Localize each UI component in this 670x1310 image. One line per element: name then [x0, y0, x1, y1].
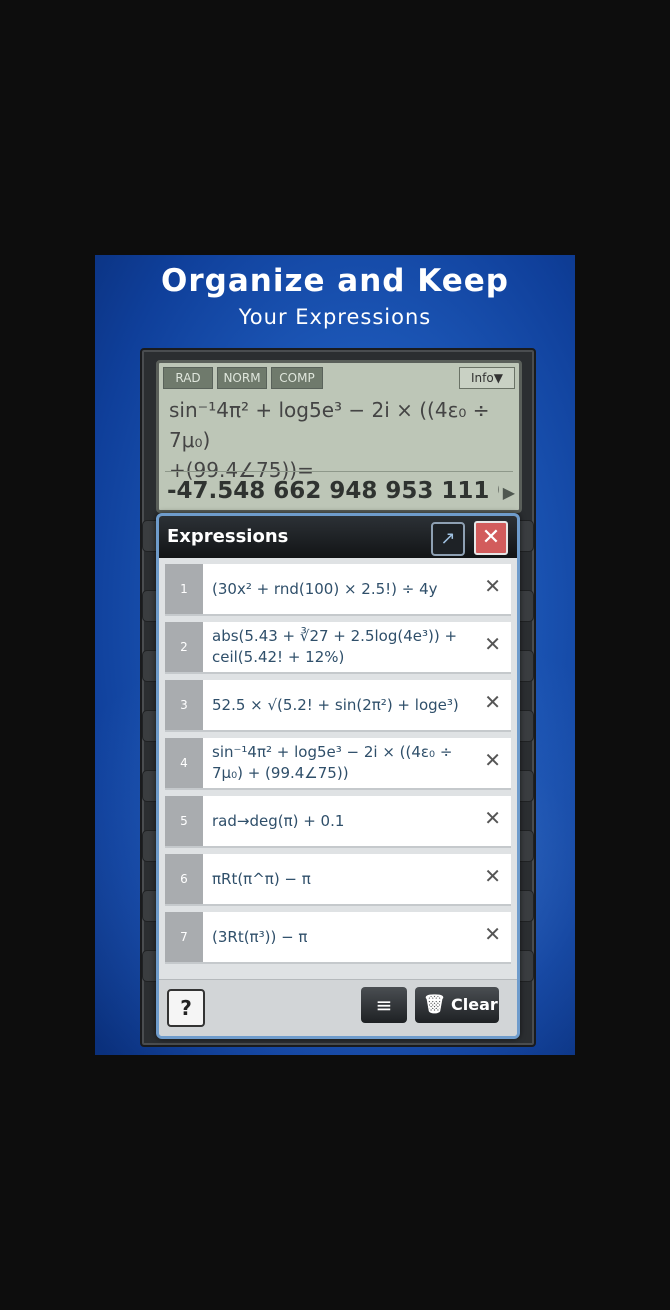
item-expression[interactable]: (3Rt(π³)) − π — [212, 912, 470, 962]
list-item[interactable]: 7 (3Rt(π³)) − π ✕ — [165, 912, 511, 964]
panel-header: Expressions ↗ ✕ — [159, 516, 517, 558]
panel-footer: ? ≡ 🗑 Clear — [159, 979, 517, 1036]
expand-icon[interactable]: ↗ — [431, 522, 465, 556]
clear-label: Clear — [451, 995, 498, 1014]
list-item[interactable]: 4 sin⁻¹4π² + log5e³ − 2i × ((4ε₀ ÷ 7μ₀) … — [165, 738, 511, 790]
calculator-display: RAD NORM COMP Info▼ sin⁻¹4π² + log5e³ − … — [156, 360, 522, 513]
trash-icon: 🗑 — [423, 994, 446, 1015]
headline: Organize and Keep — [161, 263, 509, 299]
delete-icon[interactable]: ✕ — [484, 864, 501, 888]
display-expression-line1: sin⁻¹4π² + log5e³ − 2i × ((4ε₀ ÷ 7μ₀) — [169, 398, 490, 452]
calculator-device: RAD NORM COMP Info▼ sin⁻¹4π² + log5e³ − … — [140, 348, 536, 1047]
item-number: 3 — [165, 680, 203, 730]
item-expression[interactable]: (30x² + rnd(100) × 2.5!) ÷ 4y — [212, 564, 470, 614]
close-icon[interactable]: ✕ — [474, 521, 508, 555]
display-separator — [165, 471, 513, 472]
delete-icon[interactable]: ✕ — [484, 806, 501, 830]
list-item[interactable]: 2 abs(5.43 + ∛27 + 2.5log(4e³)) + ceil(5… — [165, 622, 511, 674]
item-number: 2 — [165, 622, 203, 672]
delete-icon[interactable]: ✕ — [484, 690, 501, 714]
delete-icon[interactable]: ✕ — [484, 574, 501, 598]
item-number: 5 — [165, 796, 203, 846]
panel-title: Expressions — [167, 526, 289, 547]
list-item[interactable]: 1 (30x² + rnd(100) × 2.5!) ÷ 4y ✕ — [165, 564, 511, 616]
item-expression[interactable]: sin⁻¹4π² + log5e³ − 2i × ((4ε₀ ÷ 7μ₀) + … — [212, 738, 470, 788]
info-button[interactable]: Info▼ — [459, 367, 515, 389]
result-scroll-arrow-icon[interactable]: ▶ — [503, 483, 515, 502]
mode-rad: RAD — [163, 367, 213, 389]
display-result: -47.548 662 948 953 111 009 — [167, 478, 499, 504]
item-expression[interactable]: 52.5 × √(5.2! + sin(2π²) + loge³) — [212, 680, 470, 730]
item-expression[interactable]: rad→deg(π) + 0.1 — [212, 796, 470, 846]
list-item[interactable]: 5 rad→deg(π) + 0.1 ✕ — [165, 796, 511, 848]
clear-button[interactable]: 🗑 Clear — [415, 987, 499, 1023]
item-number: 6 — [165, 854, 203, 904]
expressions-panel: Expressions ↗ ✕ 1 (30x² + rnd(100) × 2.5… — [156, 513, 520, 1039]
item-expression[interactable]: πRt(π^π) − π — [212, 854, 470, 904]
list-item[interactable]: 3 52.5 × √(5.2! + sin(2π²) + loge³) ✕ — [165, 680, 511, 732]
item-number: 7 — [165, 912, 203, 962]
item-expression[interactable]: abs(5.43 + ∛27 + 2.5log(4e³)) + ceil(5.4… — [212, 622, 470, 672]
item-number: 1 — [165, 564, 203, 614]
help-button[interactable]: ? — [167, 989, 205, 1027]
delete-icon[interactable]: ✕ — [484, 922, 501, 946]
sort-icon[interactable]: ≡ — [361, 987, 407, 1023]
list-item[interactable]: 6 πRt(π^π) − π ✕ — [165, 854, 511, 906]
delete-icon[interactable]: ✕ — [484, 632, 501, 656]
mode-norm: NORM — [217, 367, 267, 389]
mode-comp: COMP — [271, 367, 323, 389]
subheadline: Your Expressions — [238, 305, 432, 329]
item-number: 4 — [165, 738, 203, 788]
promo-banner: Organize and Keep Your Expressions RAD N… — [95, 255, 575, 1055]
delete-icon[interactable]: ✕ — [484, 748, 501, 772]
